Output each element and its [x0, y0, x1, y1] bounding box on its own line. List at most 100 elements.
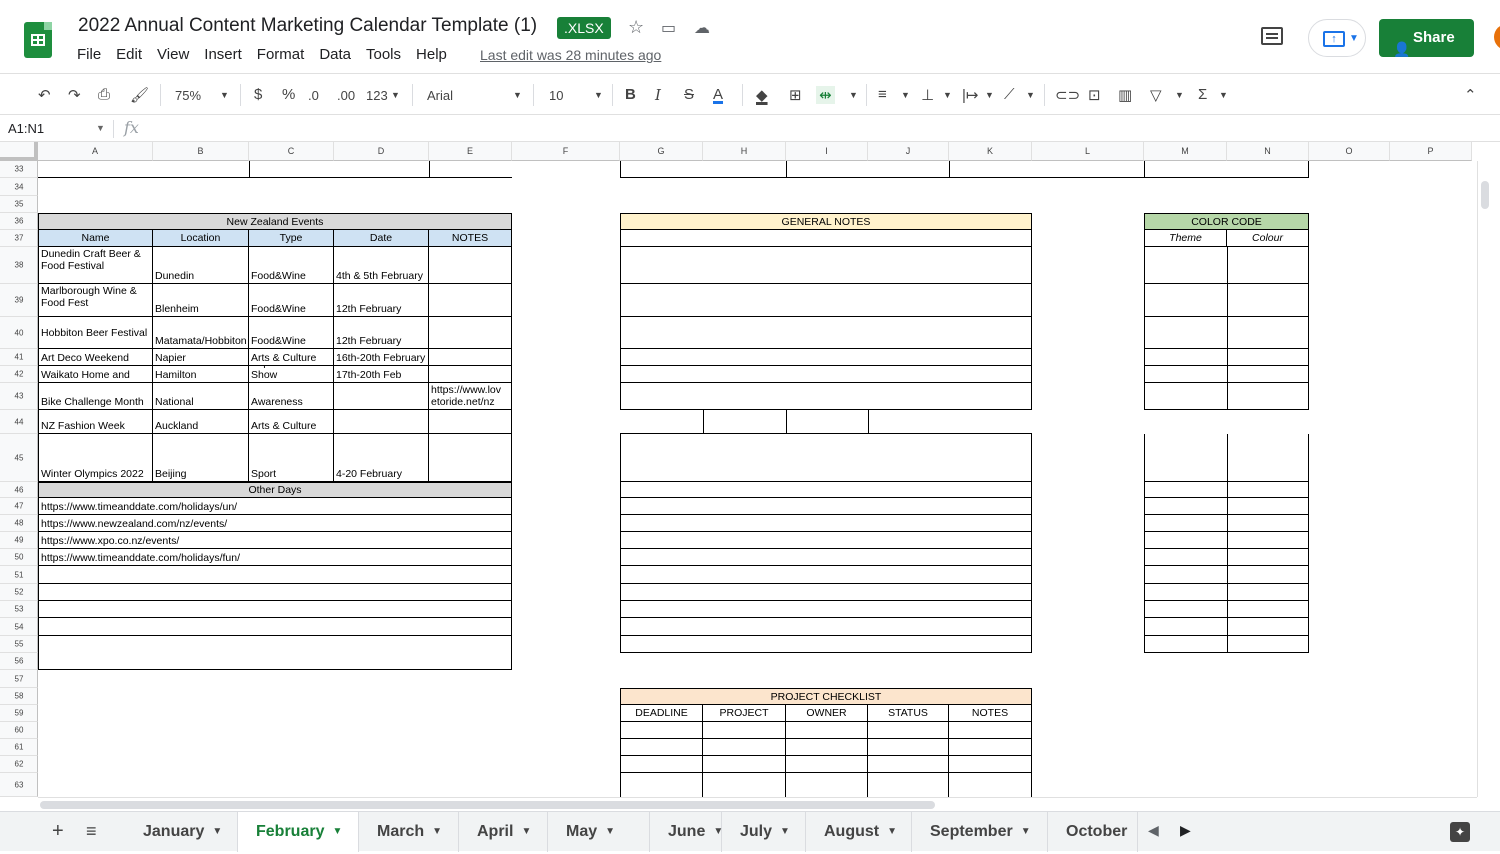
paint-format-icon[interactable]: 🖌 [130, 86, 149, 104]
general-notes-row[interactable] [620, 636, 1032, 653]
other-days-row[interactable]: https://www.timeanddate.com/holidays/un/ [38, 498, 512, 515]
general-notes-row[interactable] [620, 230, 1032, 247]
other-days-row[interactable] [38, 618, 512, 636]
general-notes-row[interactable] [620, 247, 1032, 284]
vertical-scrollbar[interactable] [1477, 161, 1491, 797]
checklist-cell[interactable] [703, 739, 786, 756]
row-header-46[interactable]: 46 [0, 482, 38, 498]
row-header-37[interactable]: 37 [0, 230, 38, 247]
sheet-tab-september[interactable]: September ▼ [912, 812, 1048, 852]
chevron-down-icon[interactable]: ▼ [1021, 826, 1031, 837]
checklist-cell[interactable] [620, 739, 703, 756]
nz-event-cell[interactable]: Dunedin [153, 247, 249, 284]
column-header-i[interactable]: I [786, 142, 868, 161]
column-header-f[interactable]: F [512, 142, 620, 161]
filter-icon[interactable]: ▽ [1150, 86, 1162, 104]
nz-event-cell[interactable]: Hamilton [153, 366, 249, 383]
chevron-down-icon[interactable]: ▼ [849, 90, 858, 100]
comment-history-icon[interactable] [1261, 27, 1283, 45]
nz-event-cell[interactable]: Food&Wine [249, 284, 334, 317]
nz-event-cell[interactable]: Napier [153, 349, 249, 366]
last-edit-link[interactable]: Last edit was 28 minutes ago [480, 47, 661, 63]
text-color-icon[interactable]: A [713, 86, 723, 103]
menu-edit[interactable]: Edit [116, 46, 142, 63]
nz-event-cell[interactable]: 4th & 5th February [334, 247, 429, 284]
row-header-44[interactable]: 44 [0, 410, 38, 434]
menu-insert[interactable]: Insert [204, 46, 242, 63]
row-header-36[interactable]: 36 [0, 213, 38, 230]
general-notes-row[interactable] [620, 284, 1032, 317]
other-days-row[interactable] [38, 601, 512, 618]
column-header-l[interactable]: L [1032, 142, 1144, 161]
nz-event-cell[interactable]: Marlborough Wine & Food Fest [38, 284, 153, 317]
nz-event-cell[interactable]: Arts & Culture [249, 410, 334, 434]
nz-event-cell[interactable]: 16th-20th February [334, 349, 429, 366]
currency-format-button[interactable]: $ [254, 86, 262, 103]
nz-event-cell[interactable]: Auckland [153, 410, 249, 434]
column-header-p[interactable]: P [1390, 142, 1472, 161]
checklist-cell[interactable] [786, 722, 868, 739]
checklist-header-status[interactable]: STATUS [868, 705, 949, 722]
row-header-57[interactable]: 57 [0, 670, 38, 688]
share-button[interactable]: 👤 Share [1379, 19, 1474, 57]
checklist-cell[interactable] [703, 722, 786, 739]
increase-decimal-button[interactable]: .00 [337, 88, 355, 103]
nz-event-cell[interactable]: National [153, 383, 249, 410]
sheet-tab-april[interactable]: April ▼ [459, 812, 548, 852]
other-days-row[interactable]: https://www.newzealand.com/nz/events/ [38, 515, 512, 532]
chevron-down-icon[interactable]: ▼ [432, 826, 442, 837]
row-header-34[interactable]: 34 [0, 178, 38, 196]
column-header-c[interactable]: C [249, 142, 334, 161]
nz-event-cell[interactable]: 12th February [334, 284, 429, 317]
general-notes-row[interactable] [620, 434, 1032, 482]
row-header-45[interactable]: 45 [0, 434, 38, 482]
checklist-cell[interactable] [868, 756, 949, 773]
row-header-50[interactable]: 50 [0, 549, 38, 566]
checklist-cell[interactable] [786, 756, 868, 773]
checklist-cell[interactable] [703, 756, 786, 773]
row-header-55[interactable]: 55 [0, 636, 38, 653]
chevron-down-icon[interactable]: ▼ [780, 826, 790, 837]
general-notes-row[interactable] [620, 566, 1032, 584]
menu-help[interactable]: Help [416, 46, 447, 63]
checklist-cell[interactable] [868, 773, 949, 797]
row-header-59[interactable]: 59 [0, 705, 38, 722]
project-checklist-title[interactable]: PROJECT CHECKLIST [620, 688, 1032, 705]
chevron-down-icon[interactable]: ▼ [521, 826, 531, 837]
general-notes-row[interactable] [620, 317, 1032, 349]
zoom-select[interactable]: 75% [175, 88, 201, 103]
checklist-header-owner[interactable]: OWNER [786, 705, 868, 722]
checklist-cell[interactable] [868, 722, 949, 739]
checklist-cell[interactable] [786, 739, 868, 756]
row-header-47[interactable]: 47 [0, 498, 38, 515]
other-days-row[interactable]: https://www.timeanddate.com/holidays/fun… [38, 549, 512, 566]
menu-view[interactable]: View [157, 46, 189, 63]
checklist-cell[interactable] [949, 722, 1032, 739]
general-notes-row[interactable] [620, 601, 1032, 618]
row-header-41[interactable]: 41 [0, 349, 38, 366]
redo-icon[interactable]: ↷ [68, 86, 81, 104]
chevron-down-icon[interactable]: ▼ [220, 90, 229, 100]
checklist-cell[interactable] [786, 773, 868, 797]
column-header-m[interactable]: M [1144, 142, 1227, 161]
chevron-down-icon[interactable]: ▼ [332, 826, 342, 837]
column-header-g[interactable]: G [620, 142, 703, 161]
general-notes-row[interactable] [620, 498, 1032, 515]
column-header-a[interactable]: A [38, 142, 153, 161]
nz-event-cell[interactable]: Food&Wine [249, 247, 334, 284]
row-header-38[interactable]: 38 [0, 247, 38, 284]
general-notes-row[interactable] [620, 366, 1032, 383]
column-header-e[interactable]: E [429, 142, 512, 161]
row-header-61[interactable]: 61 [0, 739, 38, 756]
nz-event-cell[interactable] [429, 349, 512, 366]
chevron-down-icon[interactable]: ▼ [605, 826, 615, 837]
cloud-status-icon[interactable]: ☁ [694, 18, 710, 38]
menu-format[interactable]: Format [257, 46, 305, 63]
checklist-cell[interactable] [949, 773, 1032, 797]
other-days-row[interactable] [38, 566, 512, 584]
column-header-j[interactable]: J [868, 142, 949, 161]
checklist-cell[interactable] [620, 722, 703, 739]
checklist-cell[interactable] [703, 773, 786, 797]
row-header-52[interactable]: 52 [0, 584, 38, 601]
star-icon[interactable]: ☆ [628, 17, 644, 38]
